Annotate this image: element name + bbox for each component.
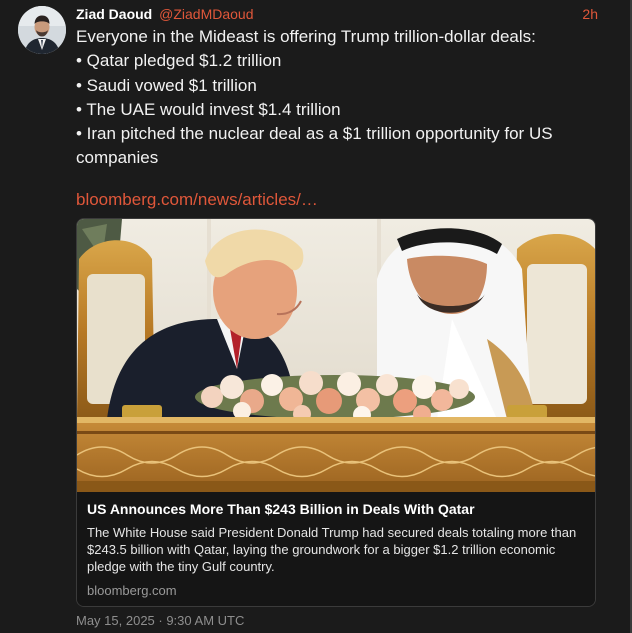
link-preview-card[interactable]: US Announces More Than $243 Billion in D… — [76, 218, 596, 607]
card-image — [77, 219, 595, 492]
tweet-bullet: • Iran pitched the nuclear deal as a $1 … — [76, 124, 553, 168]
tweet-timestamp[interactable]: May 15, 2025 · 9:30 AM UTC — [76, 612, 244, 629]
tweet-text: Everyone in the Mideast is offering Trum… — [76, 25, 596, 171]
author-handle[interactable]: @ZiadMDaoud — [159, 6, 253, 22]
card-domain: bloomberg.com — [87, 583, 177, 598]
card-title[interactable]: US Announces More Than $243 Billion in D… — [87, 500, 475, 518]
tweet-header: Ziad Daoud @ZiadMDaoud 2h — [76, 4, 598, 24]
tweet: Ziad Daoud @ZiadMDaoud 2h Everyone in th… — [0, 0, 632, 633]
card-description: The White House said President Donald Tr… — [87, 525, 577, 574]
tweet-bullet: • Saudi vowed $1 trillion — [76, 75, 257, 95]
author-name[interactable]: Ziad Daoud — [76, 6, 152, 22]
article-link[interactable]: bloomberg.com/news/articles/… — [76, 188, 318, 212]
avatar-photo — [18, 6, 66, 54]
card-body: US Announces More Than $243 Billion in D… — [77, 492, 595, 606]
tweet-bullet: • Qatar pledged $1.2 trillion — [76, 51, 282, 71]
tweet-time[interactable]: 2h — [582, 4, 598, 24]
avatar[interactable] — [18, 6, 66, 54]
tweet-intro: Everyone in the Mideast is offering Trum… — [76, 27, 536, 46]
tweet-bullet: • The UAE would invest $1.4 trillion — [76, 99, 341, 119]
